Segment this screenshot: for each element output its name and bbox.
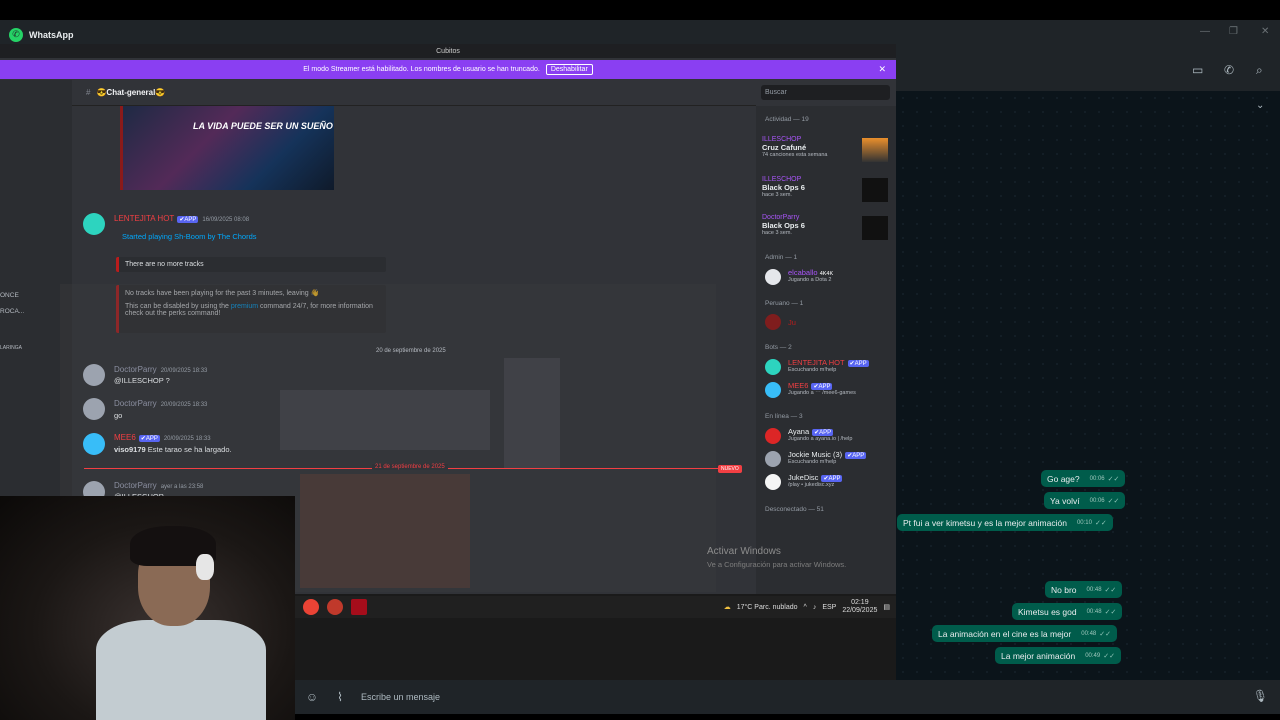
avatar[interactable]: [765, 382, 781, 398]
avatar[interactable]: [765, 359, 781, 375]
phone-icon[interactable]: ✆: [1224, 63, 1234, 77]
tray-chevron-icon[interactable]: ^: [804, 604, 807, 611]
date-separator: 20 de septiembre de 2025: [376, 348, 446, 354]
volume-icon[interactable]: ♪: [813, 604, 817, 611]
message-author[interactable]: LENTEJITA HOT ✔APP 16/09/2025 08:08: [114, 214, 249, 223]
avatar[interactable]: [83, 398, 105, 420]
avatar[interactable]: [765, 314, 781, 330]
microphone-icon[interactable]: 🎙: [1253, 689, 1268, 703]
message-bubble[interactable]: La mejor animación 00:49 ✓✓: [995, 647, 1121, 664]
message-input[interactable]: Escribe un mensaje: [361, 692, 440, 702]
message-author[interactable]: DoctorParry 20/09/2025 18:33: [114, 365, 207, 374]
video-call-icon[interactable]: ▭: [1192, 63, 1203, 77]
chevron-down-icon[interactable]: ⌄: [1256, 100, 1264, 111]
gif-caption: LA VIDA PUEDE SER UN SUEÑO: [193, 121, 333, 131]
avatar[interactable]: [83, 364, 105, 386]
activity-text: Started playing Sh-Boom by The Chords: [122, 232, 257, 241]
gif-embed[interactable]: LA VIDA PUEDE SER UN SUEÑO: [120, 106, 334, 190]
message-author[interactable]: MEE6 ✔APP 20/09/2025 18:33: [114, 433, 211, 442]
discord-titlebar: Cubitos: [0, 44, 896, 58]
channel-header: # 😎Chat-general😎: [72, 80, 756, 106]
member-item[interactable]: Ayana ✔APP Jugando a ayana.io | /help: [788, 427, 888, 442]
weather-text[interactable]: 17°C Parc. nublado: [737, 604, 798, 611]
role-header: Bots — 2: [765, 344, 792, 351]
message-author[interactable]: DoctorParry ayer a las 23:58: [114, 481, 203, 490]
search-icon[interactable]: ⌕: [1256, 63, 1263, 78]
overlay-thumbnail: [504, 358, 560, 468]
chat-header: [896, 49, 1280, 91]
message-bubble[interactable]: Kimetsu es god 00:48 ✓✓: [1012, 603, 1123, 620]
clock[interactable]: 02:19 22/09/2025: [842, 599, 877, 615]
screen-top-bar: [0, 0, 1280, 20]
member-item[interactable]: JukeDisc ✔APP/play • jukedisc.xyz: [788, 473, 888, 488]
windows-activation-sub: Ve a Configuración para activar Windows.: [707, 560, 847, 569]
app-icon[interactable]: [327, 599, 343, 615]
language[interactable]: ESP: [822, 604, 836, 611]
role-header: Desconectado — 51: [765, 506, 824, 513]
avatar[interactable]: [83, 433, 105, 455]
role-header: En línea — 3: [765, 413, 803, 420]
new-badge: NUEVO: [718, 465, 742, 473]
new-messages-date: 21 de septiembre de 2025: [372, 464, 448, 470]
headphones: [196, 554, 214, 580]
game-icon: [862, 216, 888, 240]
message-text: viso9179 Este tarao se ha largado.: [114, 445, 232, 454]
app-title: WhatsApp: [29, 29, 74, 40]
overlay-thumbnail: [280, 390, 490, 450]
attach-icon[interactable]: ⌇: [329, 690, 351, 704]
overlay-thumbnail: [300, 474, 470, 588]
sidebar-item[interactable]: ROCA...: [0, 308, 24, 315]
close-banner-icon[interactable]: ✕: [878, 64, 886, 75]
avatar[interactable]: [83, 213, 105, 235]
member-item[interactable]: MEE6 ✔APP Jugando a ⋯ /mee6-games: [788, 381, 888, 396]
discord-window-title: Cubitos: [436, 47, 460, 55]
message-author[interactable]: DoctorParry 20/09/2025 18:33: [114, 399, 207, 408]
message-text: @ILLESCHOP ?: [114, 376, 170, 385]
channel-name: 😎Chat-general😎: [96, 88, 166, 97]
role-header: Peruano — 1: [765, 300, 804, 307]
streamer-mode-banner: El modo Streamer está habilitado. Los no…: [0, 60, 896, 79]
search-input[interactable]: Buscar: [761, 85, 890, 100]
message-bubble[interactable]: La animación en el cine es la mejor 00:48…: [932, 625, 1117, 642]
system-tray: ☁ 17°C Parc. nublado ^ ♪ ESP 02:19 22/09/…: [724, 596, 890, 618]
close-icon[interactable]: ✕: [1261, 26, 1269, 37]
notification-icon[interactable]: ▤: [883, 603, 890, 611]
avatar[interactable]: [765, 428, 781, 444]
role-header: Admin — 1: [765, 254, 798, 261]
emoji-icon[interactable]: ☺: [301, 690, 323, 704]
hash-icon: #: [86, 88, 91, 97]
taskbar: ☁ 17°C Parc. nublado ^ ♪ ESP 02:19 22/09/…: [295, 596, 896, 618]
maximize-icon[interactable]: ❐: [1229, 26, 1238, 37]
avatar[interactable]: [765, 269, 781, 285]
chrome-icon[interactable]: [303, 599, 319, 615]
person-shirt: [96, 620, 266, 720]
minimize-icon[interactable]: —: [1200, 26, 1210, 37]
avatar[interactable]: [765, 474, 781, 490]
member-item[interactable]: LENTEJITA HOT ✔APP Escuchando m!help: [788, 358, 888, 373]
album-art: [862, 138, 888, 162]
message-composer: ☺ ⌇ Escribe un mensaje: [295, 680, 1280, 714]
message-bubble[interactable]: No bro 00:48 ✓✓: [1045, 581, 1123, 598]
weather-icon: ☁: [723, 604, 731, 611]
message-text: go: [114, 411, 123, 420]
message-bubble[interactable]: Go age? 00:06 ✓✓: [1041, 470, 1126, 487]
windows-activation-title: Activar Windows: [707, 546, 781, 557]
whatsapp-logo-icon: ✆: [9, 27, 23, 42]
member-item[interactable]: elcaballo 4K4K Jugando a Dota 2: [788, 268, 888, 283]
disable-streamer-button[interactable]: Deshabilitar: [545, 64, 593, 75]
avatar[interactable]: [765, 451, 781, 467]
message-bubble[interactable]: Ya volví 00:06 ✓✓: [1044, 492, 1126, 509]
message-bubble[interactable]: Pt fui a ver kimetsu y es la mejor anima…: [897, 514, 1113, 531]
sidebar-item[interactable]: LARINGA: [0, 345, 22, 351]
activity-header: Actividad — 19: [765, 116, 809, 123]
sidebar-item[interactable]: ONCE: [0, 292, 19, 299]
game-icon: [862, 178, 888, 202]
member-item[interactable]: Ju: [788, 318, 888, 327]
app-icon[interactable]: [351, 599, 367, 615]
member-item[interactable]: Jockie Music (3) ✔APP Escuchando m!help: [788, 450, 888, 465]
bot-embed: There are no more tracks: [116, 257, 386, 272]
streamer-banner-text: El modo Streamer está habilitado. Los no…: [303, 66, 540, 73]
